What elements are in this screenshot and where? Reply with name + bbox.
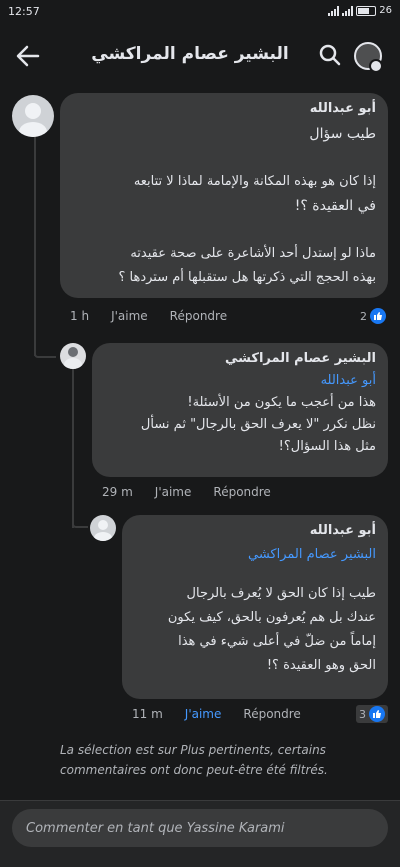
status-icons: 26	[328, 5, 392, 16]
mention-link[interactable]: البشير عصام المراكشي	[134, 544, 376, 566]
reaction-number: 2	[360, 309, 367, 323]
menu-badge-icon	[369, 59, 383, 73]
comment-time: 1 h	[70, 309, 90, 323]
battery-level: 26	[379, 5, 392, 16]
thread-connector-2	[72, 524, 88, 528]
comment-time: 11 m	[132, 707, 163, 721]
signal-icon	[328, 5, 340, 16]
avatar[interactable]	[90, 515, 116, 541]
header: البشير عصام المراكشي	[0, 30, 400, 82]
thumbs-up-icon	[369, 706, 385, 722]
comment-input[interactable]	[12, 809, 388, 847]
mention-link[interactable]: أبو عبدالله	[104, 370, 376, 392]
thumbs-up-icon	[370, 308, 386, 324]
comment-line	[72, 218, 376, 242]
avatar[interactable]	[12, 95, 54, 137]
status-time: 12:57	[8, 5, 40, 18]
like-button[interactable]: J'aime	[185, 707, 222, 721]
page-title: البشير عصام المراكشي	[91, 44, 289, 64]
comment-line: هذا من أعجب ما يكون من الأسئلة!	[187, 395, 376, 410]
arrow-left-icon	[16, 45, 40, 67]
comment-line: طيب سؤال	[309, 126, 376, 142]
comment-line: بهذه الحجج التي ذكرتها هل ستقبلها أم ستر…	[118, 270, 376, 285]
avatar[interactable]	[60, 343, 86, 369]
comment-bubble[interactable]: أبو عبدالله البشير عصام المراكشي طيب إذا…	[122, 515, 388, 699]
reaction-count[interactable]: 2	[360, 308, 386, 324]
comment-time: 29 m	[102, 485, 133, 499]
like-button[interactable]: J'aime	[111, 309, 148, 323]
reaction-number: 3	[359, 707, 366, 721]
comment-line: ماذا لو إستدل أحد الأشاعرة على صحة عقيدت…	[130, 246, 376, 261]
battery-icon	[356, 5, 377, 16]
comment-bubble[interactable]: البشير عصام المراكشي أبو عبدالله هذا من …	[92, 343, 388, 477]
search-icon	[319, 44, 341, 66]
reaction-count[interactable]: 3	[356, 705, 388, 723]
comment-line: إماماً من ضلّ في أعلى شيء في هذا	[178, 634, 376, 649]
comment-line	[72, 146, 376, 170]
comment-line: طيب إذا كان الحق لا يُعرف بالرجال	[186, 586, 376, 601]
comment-author[interactable]: أبو عبدالله	[72, 101, 376, 116]
back-button[interactable]	[14, 42, 42, 70]
reply-button[interactable]: Répondre	[170, 309, 227, 323]
reply-button[interactable]: Répondre	[213, 485, 270, 499]
signal-icon-2	[342, 5, 354, 16]
thread-line-2	[72, 368, 74, 528]
comment-actions: 29 m J'aime Répondre	[102, 485, 293, 499]
comment-line: إذا كان هو بهذه المكانة والإمامة لماذا ل…	[133, 174, 376, 189]
comment-line: في العقيدة ؟!	[294, 198, 376, 214]
comment-line: نظل نكرر "لا يعرف الحق بالرجال" ثم نسأل	[140, 417, 376, 432]
comment-bubble[interactable]: أبو عبدالله طيب سؤال إذا كان هو بهذه الم…	[60, 93, 388, 298]
comment-author[interactable]: البشير عصام المراكشي	[104, 351, 376, 366]
comment-actions: 1 h J'aime Répondre	[70, 309, 249, 323]
status-bar: 12:57 26	[0, 0, 400, 24]
reply-button[interactable]: Répondre	[243, 707, 300, 721]
search-button[interactable]	[318, 43, 342, 67]
comment-composer	[0, 800, 400, 867]
comment-line: الحق وهو العقيدة ؟!	[266, 658, 376, 673]
thread-line	[34, 136, 36, 356]
filter-notice: La sélection est sur Plus pertinents, ce…	[60, 743, 328, 777]
comment-author[interactable]: أبو عبدالله	[134, 523, 376, 538]
thread-connector	[34, 354, 56, 358]
comment-line: عندك بل هم يُعرفون بالحق، كيف يكون	[167, 610, 376, 625]
comment-line: مثل هذا السؤال؟!	[278, 439, 376, 454]
comment-actions: 11 m J'aime Répondre	[132, 707, 323, 721]
like-button[interactable]: J'aime	[155, 485, 192, 499]
